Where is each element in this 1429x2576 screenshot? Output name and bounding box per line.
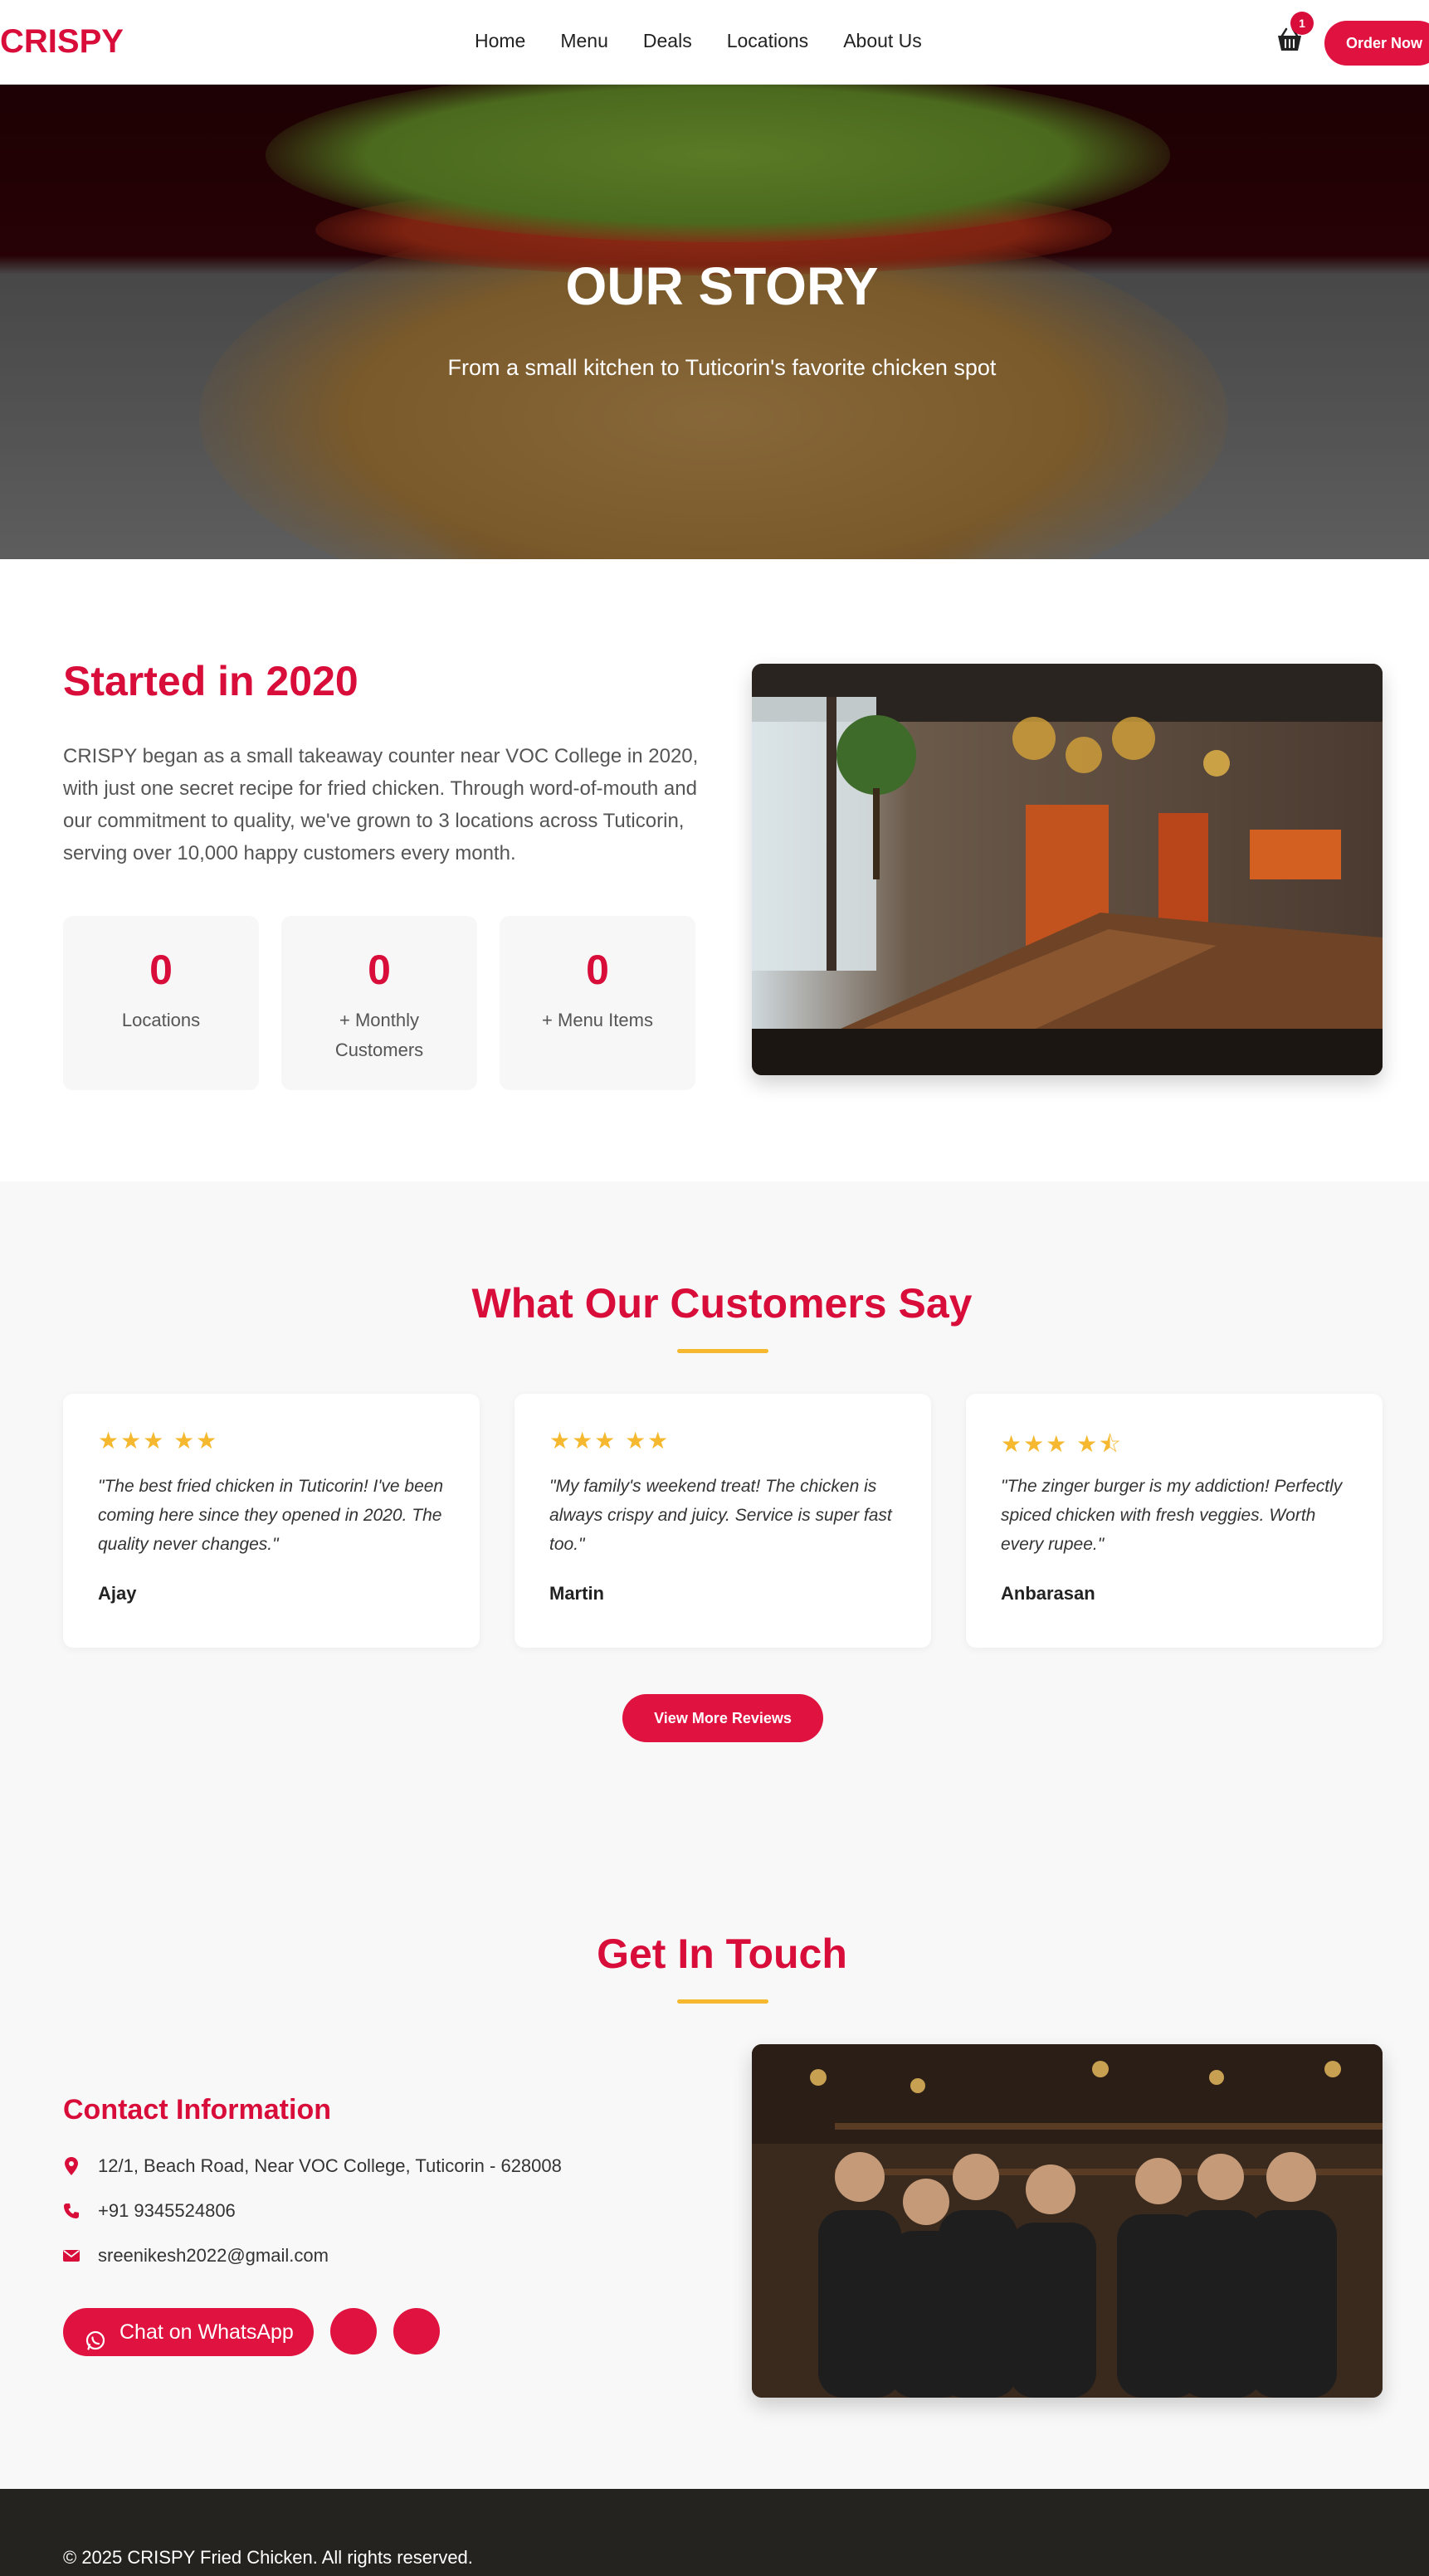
navbar: CRISPY Home Menu Deals Locations About U… bbox=[0, 0, 1429, 85]
review-card: ★★★ ★⯪ "The zinger burger is my addictio… bbox=[966, 1394, 1383, 1648]
address-row: 12/1, Beach Road, Near VOC College, Tuti… bbox=[63, 2155, 562, 2177]
nav-link-deals[interactable]: Deals bbox=[643, 30, 692, 52]
stat-card-menu-items: 0 + Menu Items bbox=[500, 916, 695, 1090]
title-underline bbox=[677, 1999, 768, 2004]
whatsapp-button-label: Chat on WhatsApp bbox=[119, 2320, 294, 2344]
contact-section-title: Get In Touch bbox=[597, 1931, 847, 1977]
view-more-reviews-button[interactable]: View More Reviews bbox=[622, 1694, 823, 1742]
whatsapp-icon bbox=[85, 2321, 106, 2350]
footer: © 2025 CRISPY Fried Chicken. All rights … bbox=[0, 2489, 1429, 2576]
nav-link-locations[interactable]: Locations bbox=[727, 30, 808, 52]
team-photo-image bbox=[752, 2044, 1383, 2398]
logo[interactable]: CRISPY bbox=[0, 23, 124, 61]
phone-row: +91 9345524806 bbox=[63, 2200, 236, 2222]
chat-whatsapp-button[interactable]: Chat on WhatsApp bbox=[63, 2308, 314, 2356]
review-author: Ajay bbox=[98, 1583, 137, 1604]
hero-subtitle: From a small kitchen to Tuticorin's favo… bbox=[447, 355, 997, 380]
address-text: 12/1, Beach Road, Near VOC College, Tuti… bbox=[98, 2155, 562, 2176]
stat-label: Locations bbox=[121, 1010, 201, 1030]
email-row: sreenikesh2022@gmail.com bbox=[63, 2245, 329, 2267]
review-text: "The best fried chicken in Tuticorin! I'… bbox=[98, 1477, 444, 1554]
email-text[interactable]: sreenikesh2022@gmail.com bbox=[98, 2245, 329, 2267]
phone-icon bbox=[63, 2202, 80, 2220]
nav-link-home[interactable]: Home bbox=[475, 30, 525, 52]
story-text: CRISPY began as a small takeaway counter… bbox=[63, 745, 699, 864]
reviews-title: What Our Customers Say bbox=[471, 1280, 973, 1327]
star-rating: ★★★ ★★ bbox=[98, 1428, 219, 1454]
cart-count-badge: 1 bbox=[1290, 12, 1314, 35]
copyright-text: © 2025 CRISPY Fried Chicken. All rights … bbox=[63, 2547, 473, 2568]
restaurant-interior-image bbox=[752, 664, 1383, 1075]
stat-label: + Monthly Customers bbox=[334, 1010, 424, 1060]
stat-card-locations: 0 Locations bbox=[63, 916, 259, 1090]
nav-link-about[interactable]: About Us bbox=[843, 30, 922, 52]
review-author: Anbarasan bbox=[1001, 1583, 1095, 1604]
hero-title: OUR STORY bbox=[565, 256, 879, 316]
stat-label: + Menu Items bbox=[542, 1010, 653, 1030]
envelope-icon bbox=[63, 2247, 80, 2265]
stat-value: 0 bbox=[586, 947, 609, 993]
phone-text[interactable]: +91 9345524806 bbox=[98, 2200, 236, 2222]
contact-info-title: Contact Information bbox=[63, 2094, 331, 2126]
review-author: Martin bbox=[549, 1583, 604, 1604]
story-title: Started in 2020 bbox=[63, 658, 358, 704]
story-section: Started in 2020 CRISPY began as a small … bbox=[0, 559, 1429, 1181]
review-text: "My family's weekend treat! The chicken … bbox=[549, 1477, 892, 1554]
social-button-1[interactable] bbox=[330, 2308, 377, 2354]
hero-overlay bbox=[0, 85, 1429, 559]
social-button-2[interactable] bbox=[393, 2308, 440, 2354]
map-pin-icon bbox=[63, 2157, 80, 2175]
title-underline bbox=[677, 1349, 768, 1353]
review-card: ★★★ ★★ "My family's weekend treat! The c… bbox=[515, 1394, 931, 1648]
review-text: "The zinger burger is my addiction! Perf… bbox=[1001, 1477, 1343, 1554]
hero-banner: OUR STORY From a small kitchen to Tutico… bbox=[0, 85, 1429, 559]
nav-link-menu[interactable]: Menu bbox=[560, 30, 608, 52]
stat-value: 0 bbox=[149, 947, 173, 993]
stat-value: 0 bbox=[368, 947, 391, 993]
star-rating: ★★★ ★★ bbox=[549, 1428, 671, 1454]
contact-section: Get In Touch Contact Information 12/1, B… bbox=[0, 1837, 1429, 2489]
stat-card-customers: 0 + Monthly Customers bbox=[281, 916, 477, 1090]
star-rating: ★★★ ★⯪ bbox=[1001, 1431, 1123, 1457]
nav-links: Home Menu Deals Locations About Us bbox=[475, 30, 957, 52]
reviews-section: What Our Customers Say ★★★ ★★ "The best … bbox=[0, 1181, 1429, 1837]
order-now-button[interactable]: Order Now bbox=[1324, 21, 1429, 66]
review-card: ★★★ ★★ "The best fried chicken in Tutico… bbox=[63, 1394, 480, 1648]
